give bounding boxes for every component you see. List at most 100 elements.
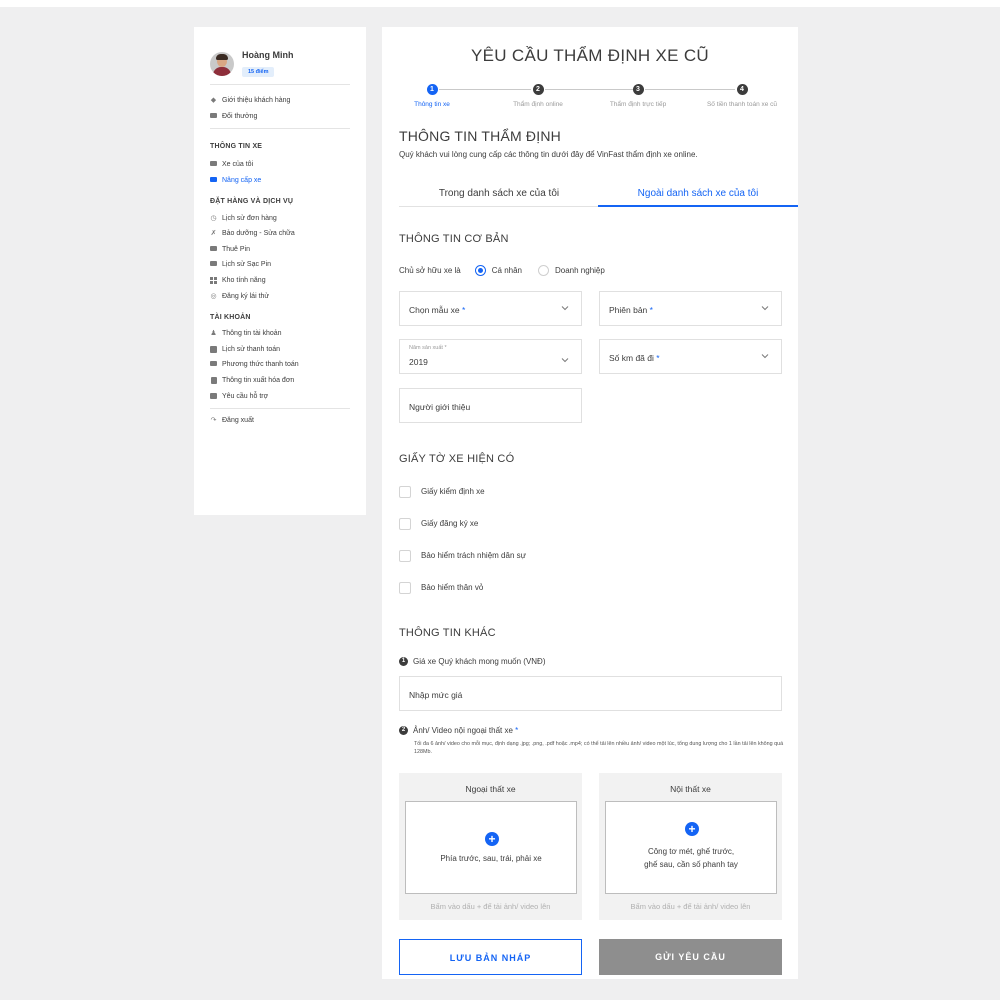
checkbox-liability-insurance[interactable]: Bảo hiểm trách nhiệm dân sự bbox=[399, 549, 526, 562]
step-1: 1 Thông tin xe bbox=[382, 82, 482, 108]
sidebar-item-payment-history[interactable]: Lịch sử thanh toán bbox=[210, 342, 350, 358]
checkbox[interactable] bbox=[399, 517, 411, 530]
steering-wheel-icon: ◎ bbox=[210, 292, 217, 300]
step-number: 4 bbox=[736, 84, 748, 95]
sidebar-item-logout[interactable]: ↷ Đăng xuất bbox=[210, 413, 350, 429]
user-icon: ♟ bbox=[210, 330, 217, 338]
sidebar-item-charging-history[interactable]: Lịch sử Sạc Pin bbox=[210, 257, 350, 273]
sidebar-item-support[interactable]: Yêu cầu hỗ trợ bbox=[210, 388, 350, 404]
sidebar-item-label: Đổi thưởng bbox=[222, 112, 258, 120]
logout-icon: ↷ bbox=[210, 417, 217, 425]
step-4: 4 Số tiền thanh toán xe cũ bbox=[692, 82, 792, 108]
owner-label: Chủ sở hữu xe là bbox=[399, 265, 461, 275]
checkbox-label: Bảo hiểm trách nhiệm dân sự bbox=[421, 551, 526, 560]
avatar[interactable] bbox=[210, 51, 234, 76]
upload-title: Ngoại thất xe bbox=[465, 784, 516, 794]
main-panel: YÊU CẦU THẨM ĐỊNH XE CŨ 1 Thông tin xe 2… bbox=[382, 27, 798, 979]
step-label: Thông tin xe bbox=[414, 101, 450, 108]
checkbox[interactable] bbox=[399, 549, 411, 562]
tag-icon: ◆ bbox=[210, 97, 217, 105]
sidebar-item-rewards[interactable]: Đổi thưởng bbox=[210, 109, 350, 125]
checkbox[interactable] bbox=[399, 485, 411, 498]
upload-zone-exterior[interactable]: + Phía trước, sau, trái, phải xe bbox=[405, 801, 577, 894]
step-number: 1 bbox=[426, 84, 438, 95]
tools-icon: ✗ bbox=[210, 230, 217, 238]
sidebar-item-label: Đăng ký lái thử bbox=[222, 292, 270, 300]
km-select[interactable]: Số km đã đi * bbox=[599, 339, 782, 374]
year-label: Năm sản xuất * bbox=[409, 345, 447, 351]
section-title-other: THÔNG TIN KHÁC bbox=[399, 627, 496, 639]
chevron-down-icon bbox=[561, 306, 569, 311]
upload-zone-label: ghế sau, cần số phanh tay bbox=[644, 860, 738, 869]
sidebar-item-my-cars[interactable]: Xe của tôi bbox=[210, 157, 350, 173]
section-title-orders: ĐẶT HÀNG VÀ DỊCH VỤ bbox=[210, 198, 294, 206]
sidebar-item-upgrade-car[interactable]: Nâng cấp xe bbox=[210, 173, 350, 189]
gift-icon bbox=[210, 112, 217, 120]
model-placeholder: Chọn mẫu xe bbox=[409, 305, 460, 315]
sidebar-item-label: Xe của tôi bbox=[222, 161, 254, 169]
question-media: 2 Ảnh/ Video nội ngoại thất xe * bbox=[399, 726, 518, 735]
year-select[interactable]: Năm sản xuất * 2019 bbox=[399, 339, 582, 374]
price-placeholder: Nhập mức giá bbox=[409, 690, 463, 700]
sidebar-item-referral[interactable]: ◆ Giới thiệu khách hàng bbox=[210, 93, 350, 109]
upload-hint: Bấm vào dấu + để tải ảnh/ video lên bbox=[630, 902, 751, 911]
tab-outside-my-list[interactable]: Ngoài danh sách xe của tôi bbox=[598, 184, 798, 207]
step-number: 3 bbox=[632, 84, 644, 95]
referrer-input[interactable]: Người giới thiệu bbox=[399, 388, 582, 423]
question-price: 1 Giá xe Quý khách mong muốn (VNĐ) bbox=[399, 657, 546, 666]
version-select[interactable]: Phiên bản * bbox=[599, 291, 782, 326]
section-title-basic: THÔNG TIN CƠ BẢN bbox=[399, 233, 509, 245]
checkbox-label: Bảo hiểm thân vỏ bbox=[421, 583, 484, 592]
upload-zone-interior[interactable]: + Công tơ mét, ghế trước, ghế sau, cần s… bbox=[605, 801, 777, 894]
submit-button[interactable]: GỬI YÊU CẦU bbox=[599, 939, 782, 975]
profile: Hoàng Minh 15 điểm bbox=[210, 27, 350, 84]
section-title-account: TÀI KHOẢN bbox=[210, 313, 251, 321]
checkbox-registration[interactable]: Giấy đăng ký xe bbox=[399, 517, 478, 530]
receipt-icon bbox=[210, 345, 217, 353]
checkbox[interactable] bbox=[399, 581, 411, 594]
owner-type-row: Chủ sở hữu xe là Cá nhân Doanh nghiệp bbox=[399, 263, 605, 277]
question-label: Giá xe Quý khách mong muốn (VNĐ) bbox=[413, 657, 546, 666]
model-select[interactable]: Chọn mẫu xe * bbox=[399, 291, 582, 326]
price-input[interactable]: Nhập mức giá bbox=[399, 676, 782, 711]
charging-icon bbox=[210, 261, 217, 268]
sidebar-item-order-history[interactable]: ◷ Lịch sử đơn hàng bbox=[210, 210, 350, 226]
checkbox-body-insurance[interactable]: Bảo hiểm thân vỏ bbox=[399, 581, 483, 594]
year-value: 2019 bbox=[409, 357, 428, 367]
sidebar-item-invoice-info[interactable]: Thông tin xuất hóa đơn bbox=[210, 373, 350, 389]
checkbox-inspection[interactable]: Giấy kiểm định xe bbox=[399, 485, 485, 498]
media-hint: Tối đa 6 ảnh/ video cho mỗi mục, định dạ… bbox=[414, 741, 784, 755]
sidebar-item-label: Lịch sử thanh toán bbox=[222, 345, 281, 353]
required-mark: * bbox=[515, 726, 519, 735]
radio-business-label[interactable]: Doanh nghiệp bbox=[555, 266, 605, 275]
card-icon bbox=[210, 361, 217, 368]
radio-individual[interactable] bbox=[474, 264, 486, 276]
sidebar-item-account-info[interactable]: ♟ Thông tin tài khoản bbox=[210, 326, 350, 342]
sidebar-item-maintenance[interactable]: ✗ Bảo dưỡng - Sửa chữa bbox=[210, 226, 350, 242]
sidebar-item-label: Phương thức thanh toán bbox=[222, 361, 299, 369]
upload-exterior: Ngoại thất xe + Phía trước, sau, trái, p… bbox=[399, 773, 582, 920]
radio-business[interactable] bbox=[538, 264, 549, 276]
stepper: 1 Thông tin xe 2 Thẩm định online 3 Thẩm… bbox=[382, 82, 798, 118]
upload-interior: Nội thất xe + Công tơ mét, ghế trước, gh… bbox=[599, 773, 782, 920]
sidebar-item-payment-methods[interactable]: Phương thức thanh toán bbox=[210, 357, 350, 373]
sidebar: Hoàng Minh 15 điểm ◆ Giới thiệu khách hà… bbox=[194, 27, 366, 515]
km-placeholder: Số km đã đi bbox=[609, 353, 654, 363]
bottom-strip bbox=[0, 1000, 1000, 1005]
plus-icon[interactable]: + bbox=[685, 822, 699, 836]
step-3: 3 Thẩm định trực tiếp bbox=[588, 82, 688, 108]
tab-in-my-list[interactable]: Trong danh sách xe của tôi bbox=[399, 184, 599, 207]
sidebar-item-battery-rental[interactable]: Thuê Pin bbox=[210, 242, 350, 258]
question-label: Ảnh/ Video nội ngoại thất xe bbox=[413, 726, 513, 735]
radio-individual-label[interactable]: Cá nhân bbox=[492, 266, 522, 275]
step-2: 2 Thẩm định online bbox=[488, 82, 588, 108]
version-placeholder: Phiên bản bbox=[609, 305, 648, 315]
section-title-documents: GIẤY TỜ XE HIỆN CÓ bbox=[399, 453, 515, 465]
save-draft-button[interactable]: LƯU BẢN NHÁP bbox=[399, 939, 582, 975]
profile-name: Hoàng Minh bbox=[242, 49, 294, 60]
tab-bar: Trong danh sách xe của tôi Ngoài danh sá… bbox=[399, 184, 798, 207]
sidebar-item-test-drive[interactable]: ◎ Đăng ký lái thử bbox=[210, 288, 350, 304]
plus-icon[interactable]: + bbox=[485, 832, 499, 846]
chevron-down-icon bbox=[561, 358, 569, 363]
sidebar-item-feature-store[interactable]: Kho tính năng bbox=[210, 273, 350, 289]
